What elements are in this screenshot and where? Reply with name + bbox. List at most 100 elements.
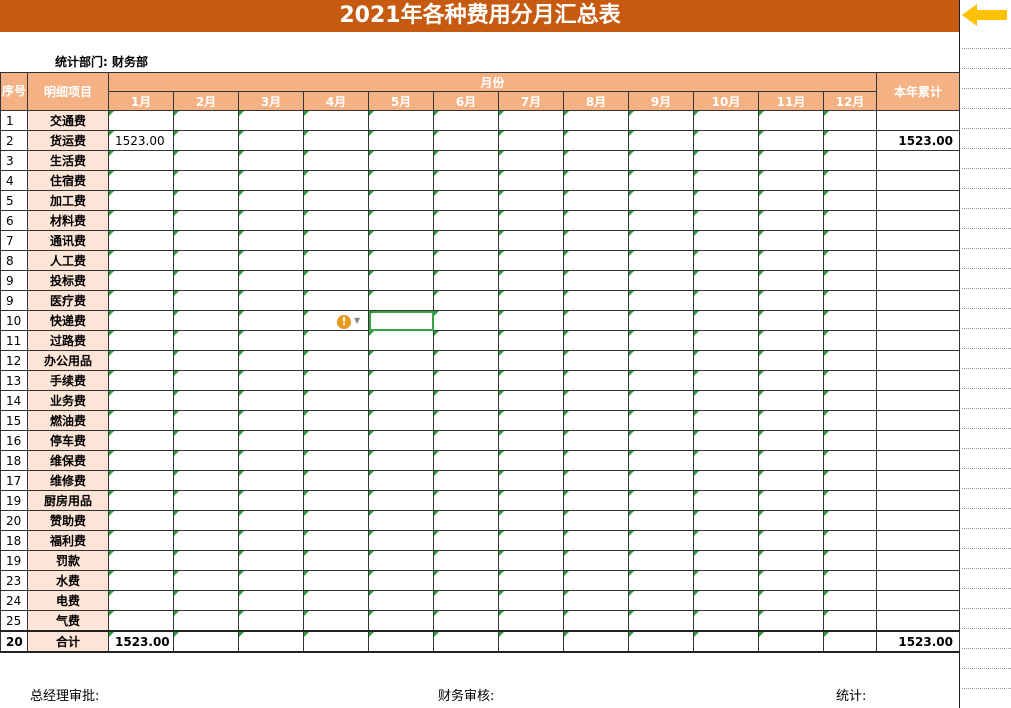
month-cell[interactable]: [368, 610, 434, 632]
row-seq[interactable]: 19: [0, 550, 28, 571]
month-cell[interactable]: [628, 330, 694, 351]
month-cell[interactable]: [693, 450, 759, 471]
month-cell[interactable]: [693, 310, 759, 331]
row-seq[interactable]: 20: [0, 630, 28, 653]
month-cell[interactable]: [173, 290, 239, 311]
month-cell[interactable]: [758, 190, 824, 211]
month-cell[interactable]: [758, 470, 824, 491]
month-cell[interactable]: [173, 330, 239, 351]
annual-total-cell[interactable]: [876, 310, 960, 331]
month-cell[interactable]: [238, 470, 304, 491]
month-cell[interactable]: [758, 610, 824, 632]
month-cell[interactable]: [693, 630, 759, 653]
month-cell[interactable]: [758, 230, 824, 251]
row-item[interactable]: 货运费: [27, 130, 109, 151]
month-cell[interactable]: [173, 490, 239, 511]
month-cell[interactable]: [563, 250, 629, 271]
month-cell[interactable]: [368, 290, 434, 311]
row-seq[interactable]: 11: [0, 330, 28, 351]
month-cell[interactable]: [303, 110, 369, 131]
month-cell[interactable]: [693, 590, 759, 611]
month-cell[interactable]: [498, 330, 564, 351]
month-cell[interactable]: [368, 530, 434, 551]
month-cell[interactable]: [498, 290, 564, 311]
row-seq[interactable]: 13: [0, 370, 28, 391]
header-month[interactable]: 9月: [628, 91, 694, 111]
month-cell[interactable]: [433, 370, 499, 391]
month-cell[interactable]: [563, 550, 629, 571]
annual-total-cell[interactable]: [876, 290, 960, 311]
row-seq[interactable]: 16: [0, 430, 28, 451]
row-item[interactable]: 手续费: [27, 370, 109, 391]
month-cell[interactable]: [628, 530, 694, 551]
header-month[interactable]: 1月: [108, 91, 174, 111]
back-arrow-icon[interactable]: [962, 4, 1008, 26]
month-cell[interactable]: [758, 630, 824, 653]
month-cell[interactable]: [823, 410, 877, 431]
annual-total-cell[interactable]: [876, 470, 960, 491]
row-seq[interactable]: 1: [0, 110, 28, 131]
month-cell[interactable]: [758, 390, 824, 411]
row-item[interactable]: 材料费: [27, 210, 109, 231]
month-cell[interactable]: [108, 110, 174, 131]
month-cell[interactable]: [108, 430, 174, 451]
row-item[interactable]: 业务费: [27, 390, 109, 411]
month-cell[interactable]: [693, 110, 759, 131]
month-cell[interactable]: [498, 470, 564, 491]
month-cell[interactable]: [498, 510, 564, 531]
month-cell[interactable]: [238, 510, 304, 531]
month-cell[interactable]: [563, 150, 629, 171]
row-item[interactable]: 维保费: [27, 450, 109, 471]
month-cell[interactable]: [108, 470, 174, 491]
month-cell[interactable]: [693, 350, 759, 371]
month-cell[interactable]: [433, 430, 499, 451]
row-item[interactable]: 厨房用品: [27, 490, 109, 511]
month-cell[interactable]: [173, 110, 239, 131]
month-cell[interactable]: [303, 150, 369, 171]
month-cell[interactable]: [628, 210, 694, 231]
month-cell[interactable]: [823, 290, 877, 311]
month-cell[interactable]: [758, 570, 824, 591]
month-cell[interactable]: [563, 610, 629, 632]
row-item[interactable]: 停车费: [27, 430, 109, 451]
month-cell[interactable]: [368, 390, 434, 411]
header-month[interactable]: 6月: [433, 91, 499, 111]
month-cell[interactable]: [693, 370, 759, 391]
month-cell[interactable]: [628, 310, 694, 331]
row-item[interactable]: 加工费: [27, 190, 109, 211]
month-cell[interactable]: [628, 410, 694, 431]
annual-total-cell[interactable]: [876, 570, 960, 591]
month-cell[interactable]: [368, 590, 434, 611]
month-cell[interactable]: [238, 290, 304, 311]
month-cell[interactable]: [238, 550, 304, 571]
month-cell[interactable]: [693, 570, 759, 591]
month-cell[interactable]: [303, 630, 369, 653]
row-seq[interactable]: 5: [0, 190, 28, 211]
month-cell[interactable]: [238, 590, 304, 611]
month-cell[interactable]: [433, 530, 499, 551]
month-cell[interactable]: [563, 270, 629, 291]
month-cell[interactable]: [563, 210, 629, 231]
row-item[interactable]: 快递费: [27, 310, 109, 331]
month-cell[interactable]: [238, 170, 304, 191]
annual-total-cell[interactable]: [876, 410, 960, 431]
month-cell[interactable]: [758, 490, 824, 511]
month-cell[interactable]: [368, 230, 434, 251]
month-cell[interactable]: [498, 450, 564, 471]
month-cell[interactable]: [823, 450, 877, 471]
annual-total-cell[interactable]: [876, 330, 960, 351]
month-cell[interactable]: [368, 570, 434, 591]
month-cell[interactable]: [108, 450, 174, 471]
row-item[interactable]: 医疗费: [27, 290, 109, 311]
row-item[interactable]: 合计: [27, 630, 109, 653]
header-month[interactable]: 2月: [173, 91, 239, 111]
month-cell[interactable]: [823, 130, 877, 151]
month-cell[interactable]: [628, 350, 694, 371]
annual-total-cell[interactable]: 1523.00: [876, 130, 960, 151]
month-cell[interactable]: [758, 170, 824, 191]
month-cell[interactable]: [628, 630, 694, 653]
month-cell[interactable]: [693, 610, 759, 632]
month-cell[interactable]: [758, 590, 824, 611]
month-cell[interactable]: [758, 310, 824, 331]
month-cell[interactable]: [433, 170, 499, 191]
